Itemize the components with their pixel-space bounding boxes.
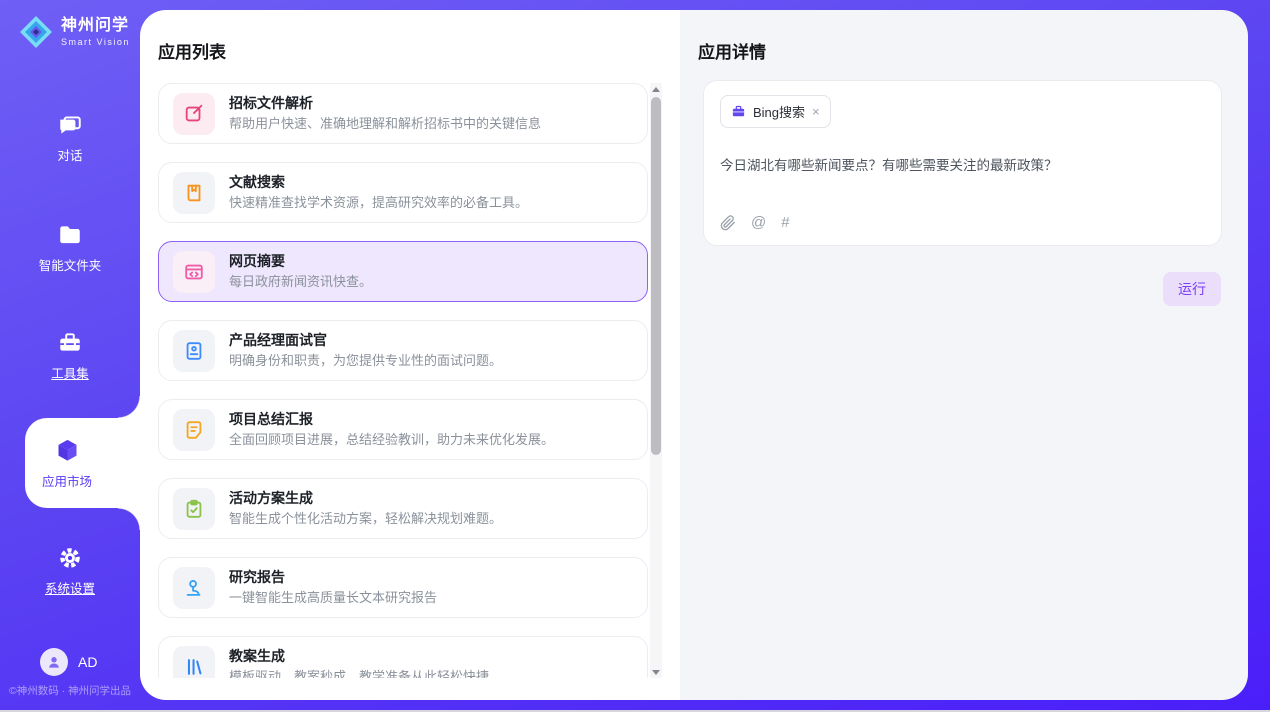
sidebar-footer: ©神州数码 · 神州问学出品 bbox=[0, 683, 140, 698]
app-logo: 神州问学 Smart Vision bbox=[18, 14, 130, 50]
app-card-title: 教案生成 bbox=[229, 648, 489, 664]
clipboard-check-icon bbox=[173, 488, 215, 530]
app-card-web-summary[interactable]: 网页摘要 每日政府新闻资讯快查。 bbox=[158, 241, 648, 302]
app-card-title: 项目总结汇报 bbox=[229, 411, 554, 427]
query-input[interactable]: 今日湖北有哪些新闻要点？有哪些需要关注的最新政策？ bbox=[720, 154, 1205, 174]
sidebar-item-label: 智能文件夹 bbox=[39, 255, 102, 274]
scroll-down-icon[interactable] bbox=[650, 666, 662, 678]
cube-icon bbox=[54, 437, 81, 464]
app-card-project-summary[interactable]: 项目总结汇报 全面回顾项目进展，总结经验教训，助力未来优化发展。 bbox=[158, 399, 648, 460]
app-list-scrollbar[interactable] bbox=[650, 83, 662, 678]
edit-document-icon bbox=[173, 93, 215, 135]
sidebar-item-label: 系统设置 bbox=[45, 578, 95, 597]
close-icon[interactable]: × bbox=[812, 105, 820, 118]
app-detail-panel: 应用详情 Bing搜索 × 今日湖北有哪些新闻要点？有哪些需要关注的最新政策？ bbox=[680, 10, 1248, 700]
book-icon bbox=[173, 172, 215, 214]
sidebar-item-smart-folders[interactable]: 智能文件夹 bbox=[0, 222, 140, 274]
sidebar-item-label: 工具集 bbox=[51, 363, 89, 382]
app-card-title: 产品经理面试官 bbox=[229, 332, 502, 348]
app-card-description: 智能生成个性化活动方案，轻松解决规划难题。 bbox=[229, 512, 502, 527]
interview-icon bbox=[173, 330, 215, 372]
window-bottom-edge bbox=[0, 710, 1270, 712]
app-card-title: 活动方案生成 bbox=[229, 490, 502, 506]
sidebar-item-app-market[interactable]: 应用市场 bbox=[25, 418, 140, 508]
memo-icon bbox=[173, 409, 215, 451]
app-card-event-plan[interactable]: 活动方案生成 智能生成个性化活动方案，轻松解决规划难题。 bbox=[158, 478, 648, 539]
app-detail-title: 应用详情 bbox=[698, 38, 766, 63]
logo-title: 神州问学 bbox=[61, 18, 130, 34]
app-frame: 神州问学 Smart Vision 对话 智能文件夹 bbox=[0, 0, 1270, 710]
app-card-description: 全面回顾项目进展，总结经验教训，助力未来优化发展。 bbox=[229, 433, 554, 448]
app-card-title: 研究报告 bbox=[229, 569, 437, 585]
user-avatar-icon bbox=[40, 648, 68, 676]
tool-tag-bing-search[interactable]: Bing搜索 × bbox=[720, 95, 831, 128]
app-card-pm-interviewer[interactable]: 产品经理面试官 明确身份和职责，为您提供专业性的面试问题。 bbox=[158, 320, 648, 381]
books-icon bbox=[173, 646, 215, 679]
toolbox-icon bbox=[57, 330, 83, 356]
prompt-card: Bing搜索 × 今日湖北有哪些新闻要点？有哪些需要关注的最新政策？ @ # bbox=[703, 80, 1222, 246]
briefcase-icon bbox=[731, 104, 746, 119]
app-card-description: 每日政府新闻资讯快查。 bbox=[229, 275, 372, 290]
app-card-description: 帮助用户快速、准确地理解和解析招标书中的关键信息 bbox=[229, 117, 541, 132]
logo-subtitle: Smart Vision bbox=[61, 38, 130, 47]
app-list: 招标文件解析 帮助用户快速、准确地理解和解析招标书中的关键信息 文献搜索 快速精… bbox=[158, 83, 648, 678]
scrollbar-thumb[interactable] bbox=[651, 97, 661, 455]
sidebar-item-label: 对话 bbox=[57, 145, 82, 164]
user-initials: AD bbox=[78, 654, 97, 670]
content-area: 应用列表 招标文件解析 帮助用户快速、准确地理解和解析招标书中的关键信息 bbox=[140, 10, 1248, 700]
attachment-icon[interactable] bbox=[720, 215, 736, 231]
microscope-icon bbox=[173, 567, 215, 609]
app-card-description: 模板驱动，教案秒成，教学准备从此轻松快捷 bbox=[229, 670, 489, 678]
app-card-description: 一键智能生成高质量长文本研究报告 bbox=[229, 591, 437, 606]
app-card-title: 招标文件解析 bbox=[229, 95, 541, 111]
scroll-up-icon[interactable] bbox=[650, 83, 662, 95]
user-profile[interactable]: AD bbox=[40, 648, 97, 676]
mention-icon[interactable]: @ bbox=[751, 214, 766, 231]
run-button[interactable]: 运行 bbox=[1163, 272, 1221, 306]
sidebar-item-settings[interactable]: 系统设置 bbox=[0, 545, 140, 597]
app-card-literature-search[interactable]: 文献搜索 快速精准查找学术资源，提高研究效率的必备工具。 bbox=[158, 162, 648, 223]
app-card-description: 快速精准查找学术资源，提高研究效率的必备工具。 bbox=[229, 196, 528, 211]
app-card-description: 明确身份和职责，为您提供专业性的面试问题。 bbox=[229, 354, 502, 369]
app-list-title: 应用列表 bbox=[158, 38, 226, 63]
app-list-panel: 应用列表 招标文件解析 帮助用户快速、准确地理解和解析招标书中的关键信息 bbox=[140, 10, 680, 700]
app-card-title: 网页摘要 bbox=[229, 253, 372, 269]
web-code-icon bbox=[173, 251, 215, 293]
tool-tag-label: Bing搜索 bbox=[753, 102, 805, 121]
folder-icon bbox=[57, 222, 83, 248]
app-card-lesson-plan[interactable]: 教案生成 模板驱动，教案秒成，教学准备从此轻松快捷 bbox=[158, 636, 648, 678]
gear-icon bbox=[57, 545, 83, 571]
composer-toolbar: @ # bbox=[720, 214, 790, 231]
sidebar-item-toolset[interactable]: 工具集 bbox=[0, 330, 140, 382]
sidebar: 神州问学 Smart Vision 对话 智能文件夹 bbox=[0, 0, 140, 710]
sidebar-item-chat[interactable]: 对话 bbox=[0, 112, 140, 164]
hash-icon[interactable]: # bbox=[781, 214, 789, 231]
app-card-research-report[interactable]: 研究报告 一键智能生成高质量长文本研究报告 bbox=[158, 557, 648, 618]
chat-icon bbox=[57, 112, 83, 138]
app-card-bid-parse[interactable]: 招标文件解析 帮助用户快速、准确地理解和解析招标书中的关键信息 bbox=[158, 83, 648, 144]
bubble-notch-bottom bbox=[118, 508, 140, 530]
sidebar-item-label: 应用市场 bbox=[42, 471, 92, 490]
bubble-notch-top bbox=[118, 396, 140, 418]
logo-diamond-icon bbox=[18, 14, 54, 50]
app-card-title: 文献搜索 bbox=[229, 174, 528, 190]
